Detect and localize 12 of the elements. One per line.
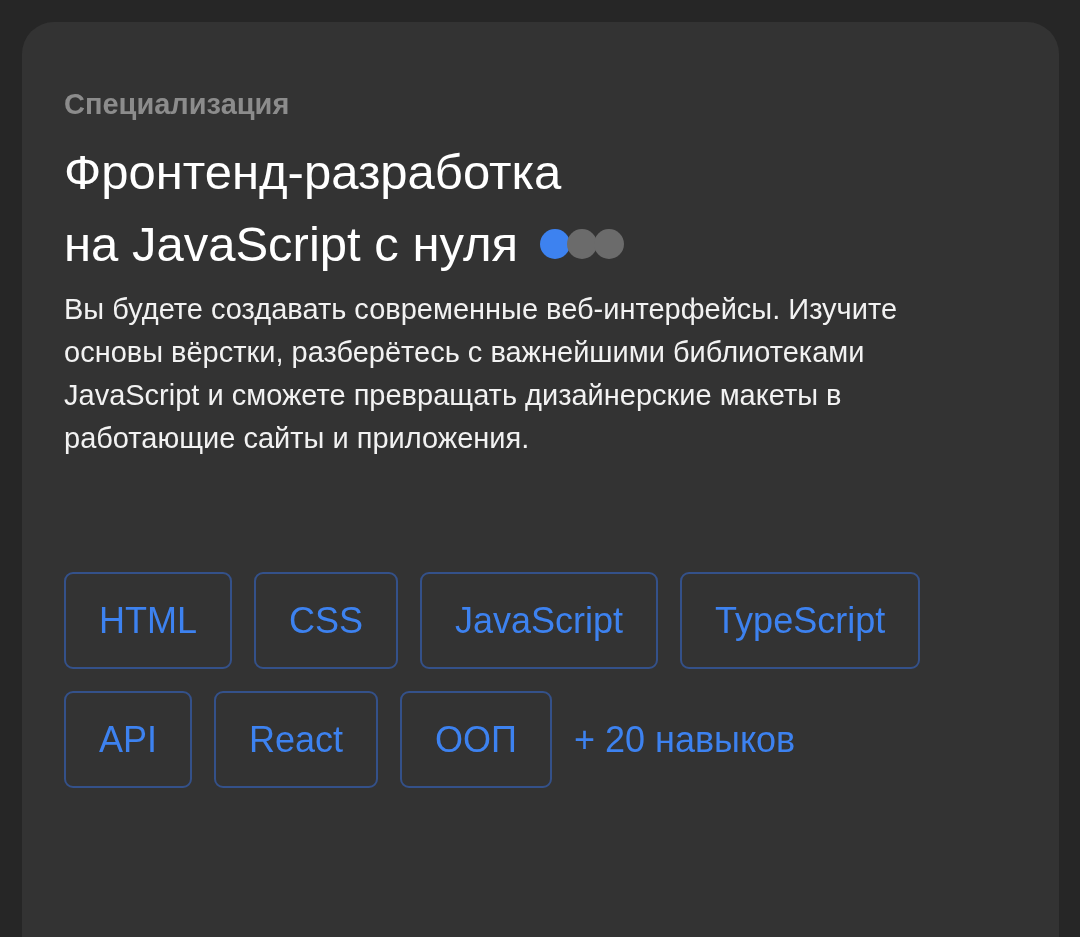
skill-tag[interactable]: CSS bbox=[254, 572, 399, 669]
category-label: Специализация bbox=[64, 87, 291, 122]
skill-tag[interactable]: React bbox=[214, 691, 379, 788]
more-skills-link[interactable]: + 20 навыков bbox=[573, 718, 796, 761]
skill-tag[interactable]: API bbox=[64, 691, 193, 788]
course-title: на JavaScript с нуля bbox=[64, 216, 518, 273]
course-description: Вы будете создавать современные веб-интерфейсы. Изучите основы вёрстки, разберётесь с важнейшими библиотеками JavaScript и сможете превращать дизайнерские макеты в работающие сайты и приложения. bbox=[64, 292, 898, 456]
skill-tag[interactable]: ООП bbox=[400, 691, 552, 788]
skill-tag[interactable]: JavaScript bbox=[420, 572, 659, 669]
skill-tag[interactable]: TypeScript bbox=[680, 572, 921, 669]
course-title: Фронтенд-разработка bbox=[64, 144, 562, 201]
skill-tag[interactable]: HTML bbox=[64, 572, 232, 669]
